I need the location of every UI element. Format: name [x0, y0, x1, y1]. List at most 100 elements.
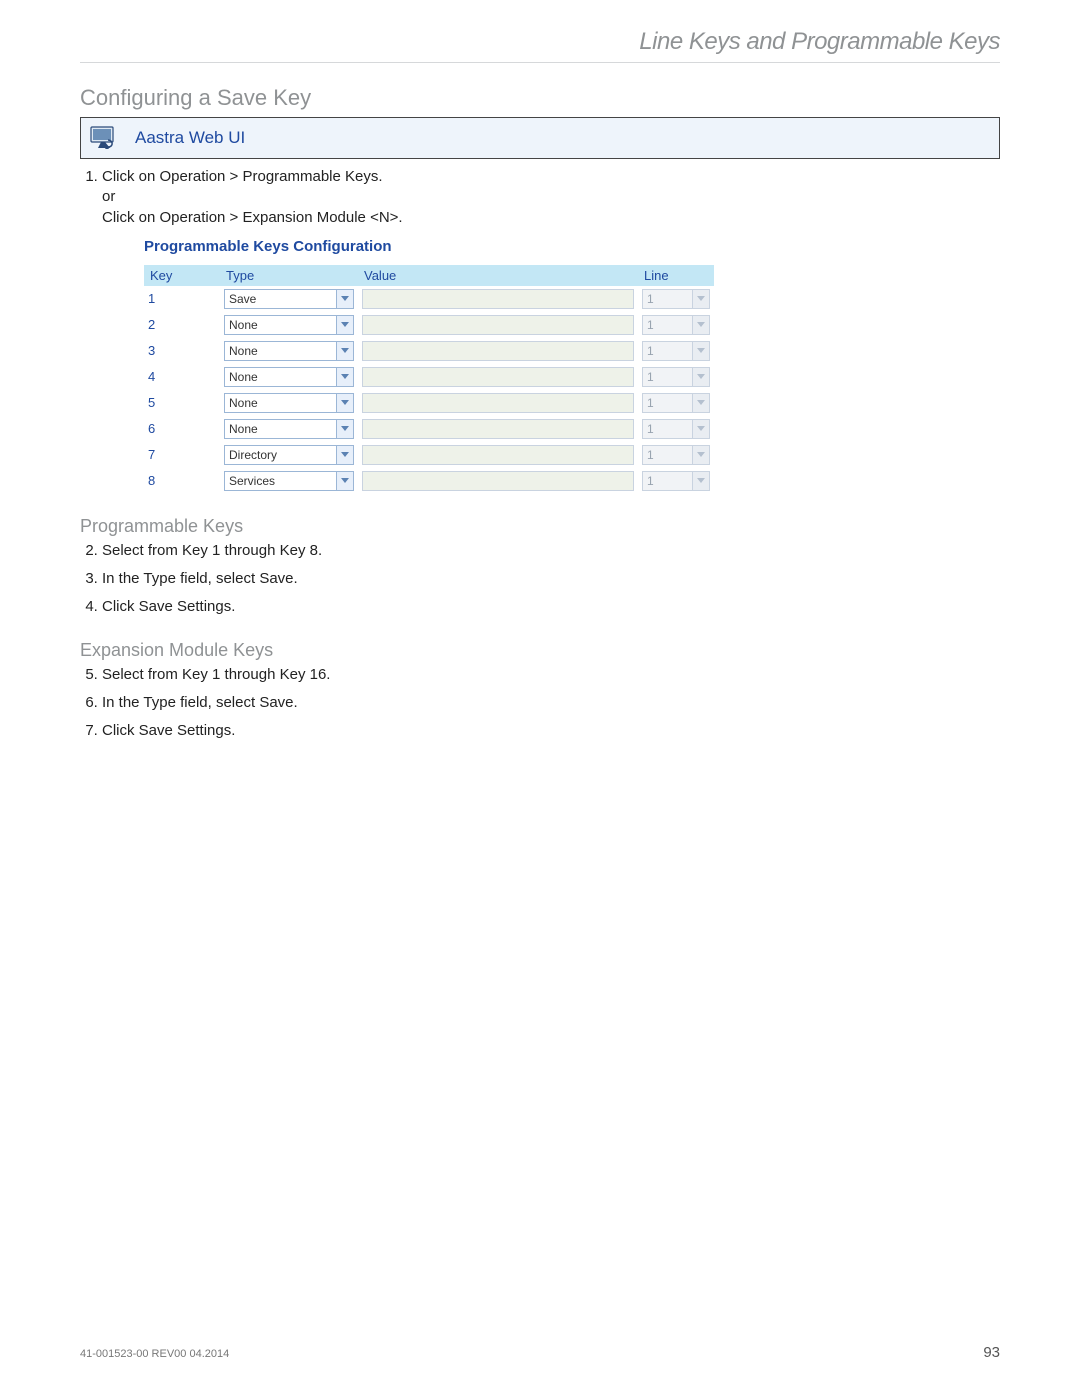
type-select[interactable]: Services: [224, 471, 354, 491]
type-select[interactable]: Directory: [224, 445, 354, 465]
chevron-down-icon[interactable]: [337, 341, 354, 361]
chevron-down-icon[interactable]: [337, 471, 354, 491]
table-row: 5None 1: [144, 390, 714, 416]
step-3: In the Type field, select Save.: [102, 569, 1000, 589]
type-select[interactable]: None: [224, 419, 354, 439]
line-select-value: 1: [642, 445, 693, 465]
steps-list-top: Click on Operation > Programmable Keys. …: [80, 167, 1000, 228]
type-cell: None: [220, 338, 358, 364]
type-cell: Services: [220, 468, 358, 494]
value-input[interactable]: [362, 419, 634, 439]
line-select: 1: [642, 419, 710, 439]
chevron-down-icon[interactable]: [337, 393, 354, 413]
col-header-value: Value: [358, 265, 638, 286]
chevron-down-icon: [693, 289, 710, 309]
type-select-value: None: [224, 419, 337, 439]
line-cell: 1: [638, 286, 714, 312]
value-input[interactable]: [362, 289, 634, 309]
chevron-down-icon: [693, 393, 710, 413]
line-select: 1: [642, 341, 710, 361]
chevron-down-icon: [693, 367, 710, 387]
value-cell: [358, 390, 638, 416]
value-input[interactable]: [362, 393, 634, 413]
step-6: In the Type field, select Save.: [102, 693, 1000, 713]
type-select[interactable]: None: [224, 367, 354, 387]
chevron-down-icon[interactable]: [337, 367, 354, 387]
type-select[interactable]: None: [224, 393, 354, 413]
subheading-programmable-keys: Programmable Keys: [80, 516, 1000, 537]
step-4: Click Save Settings.: [102, 597, 1000, 617]
chevron-down-icon: [693, 341, 710, 361]
value-input[interactable]: [362, 341, 634, 361]
table-row: 3None1: [144, 338, 714, 364]
key-cell: 2: [144, 312, 220, 338]
type-select[interactable]: Save: [224, 289, 354, 309]
line-select-value: 1: [642, 315, 693, 335]
value-cell: [358, 468, 638, 494]
webui-bar: Aastra Web UI: [80, 117, 1000, 159]
step-1-line1: Click on Operation > Programmable Keys.: [102, 168, 383, 185]
line-cell: 1: [638, 416, 714, 442]
type-cell: Directory: [220, 442, 358, 468]
key-cell: 5: [144, 390, 220, 416]
page: Line Keys and Programmable Keys Configur…: [0, 0, 1080, 1397]
chevron-down-icon[interactable]: [337, 315, 354, 335]
type-select[interactable]: None: [224, 315, 354, 335]
line-cell: 1: [638, 468, 714, 494]
type-select-value: Services: [224, 471, 337, 491]
line-select-value: 1: [642, 471, 693, 491]
chevron-down-icon[interactable]: [337, 419, 354, 439]
line-select-value: 1: [642, 393, 693, 413]
chevron-down-icon: [693, 419, 710, 439]
page-footer: 41-001523-00 REV00 04.2014 93: [80, 1344, 1000, 1361]
key-cell: 8: [144, 468, 220, 494]
subheading-expansion-module-keys: Expansion Module Keys: [80, 640, 1000, 661]
page-number: 93: [983, 1344, 1000, 1361]
value-input[interactable]: [362, 315, 634, 335]
value-cell: [358, 338, 638, 364]
type-select-value: None: [224, 367, 337, 387]
type-cell: None: [220, 364, 358, 390]
config-block: Programmable Keys Configuration Key Type…: [144, 238, 714, 494]
chevron-down-icon[interactable]: [337, 445, 354, 465]
type-select-value: None: [224, 341, 337, 361]
key-cell: 7: [144, 442, 220, 468]
section-title: Configuring a Save Key: [80, 85, 1000, 111]
steps-list-exp: Select from Key 1 through Key 16. In the…: [80, 665, 1000, 742]
value-cell: [358, 416, 638, 442]
value-cell: [358, 442, 638, 468]
line-cell: 1: [638, 312, 714, 338]
line-select-value: 1: [642, 289, 693, 309]
line-select: 1: [642, 289, 710, 309]
table-row: 2None 1: [144, 312, 714, 338]
footer-rev: 41-001523-00 REV00 04.2014: [80, 1348, 229, 1360]
type-select-value: Directory: [224, 445, 337, 465]
type-cell: None: [220, 390, 358, 416]
value-cell: [358, 312, 638, 338]
chevron-down-icon[interactable]: [337, 289, 354, 309]
steps-list-prog: Select from Key 1 through Key 8. In the …: [80, 541, 1000, 618]
table-row: 6None 1: [144, 416, 714, 442]
type-select[interactable]: None: [224, 341, 354, 361]
key-cell: 4: [144, 364, 220, 390]
value-input[interactable]: [362, 367, 634, 387]
webui-label: Aastra Web UI: [127, 128, 245, 148]
line-cell: 1: [638, 338, 714, 364]
table-row: 7Directory 1: [144, 442, 714, 468]
line-cell: 1: [638, 390, 714, 416]
config-title: Programmable Keys Configuration: [144, 238, 714, 255]
chapter-header: Line Keys and Programmable Keys: [80, 28, 1000, 62]
type-select-value: Save: [224, 289, 337, 309]
step-2: Select from Key 1 through Key 8.: [102, 541, 1000, 561]
key-cell: 6: [144, 416, 220, 442]
value-input[interactable]: [362, 445, 634, 465]
type-cell: None: [220, 416, 358, 442]
chevron-down-icon: [693, 315, 710, 335]
value-input[interactable]: [362, 471, 634, 491]
col-header-line: Line: [638, 265, 714, 286]
config-table: Key Type Value Line 1Save12None13None14N…: [144, 265, 714, 494]
line-select-value: 1: [642, 367, 693, 387]
type-cell: Save: [220, 286, 358, 312]
chevron-down-icon: [693, 471, 710, 491]
step-7: Click Save Settings.: [102, 721, 1000, 741]
